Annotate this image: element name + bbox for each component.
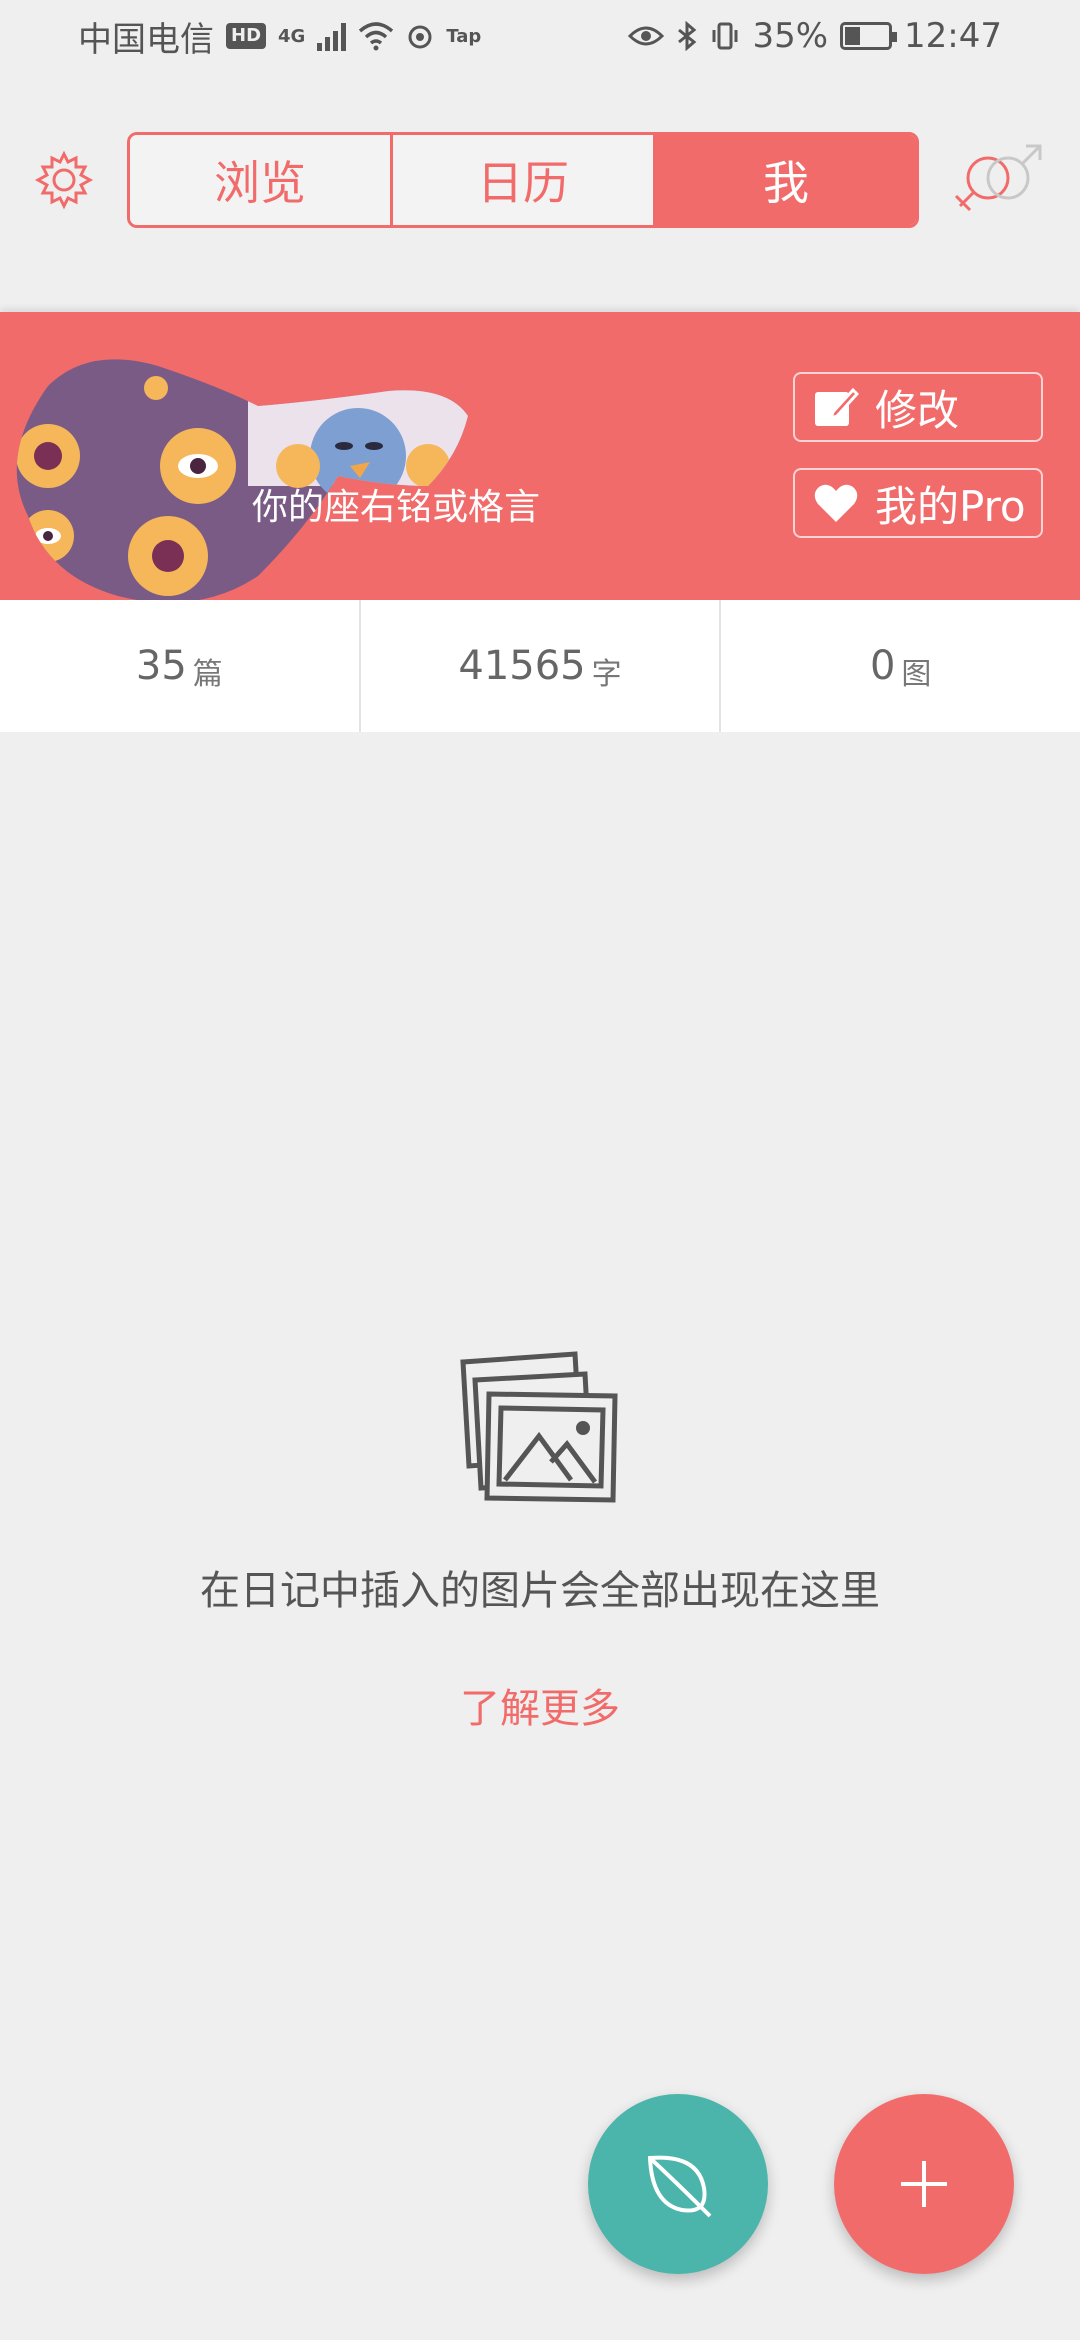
- stats-bar: 35 篇 41565 字 0 图: [0, 600, 1080, 732]
- stat-words-unit: 字: [591, 657, 622, 692]
- photo-stack-icon: [460, 1351, 618, 1503]
- edit-icon: [815, 387, 859, 426]
- avatar[interactable]: [8, 346, 478, 606]
- stat-images[interactable]: 0 图: [721, 600, 1080, 732]
- hd-badge: HD: [226, 23, 267, 49]
- stat-words-value: 41565: [458, 643, 586, 689]
- heart-icon: [814, 484, 858, 522]
- status-left: 中国电信 HD 4G Tap: [78, 12, 481, 61]
- sync-icon: [408, 25, 432, 49]
- pro-label: 我的Pro: [875, 481, 1026, 531]
- stat-words[interactable]: 41565 字: [361, 600, 722, 732]
- vibrate-icon: [712, 22, 738, 50]
- leaf-icon: [647, 2155, 712, 2218]
- leaf-fab-button[interactable]: [588, 2094, 768, 2274]
- stat-images-unit: 图: [901, 657, 932, 692]
- tab-me[interactable]: 我: [656, 135, 916, 225]
- battery-icon: [840, 22, 898, 50]
- edit-label: 修改: [875, 385, 960, 435]
- battery-fill: [845, 27, 860, 45]
- bluetooth-icon: [678, 21, 697, 51]
- network-type: 4G: [278, 25, 306, 47]
- tap-label: Tap: [446, 25, 482, 47]
- eye-icon: [628, 26, 665, 46]
- add-entry-button[interactable]: [834, 2094, 1014, 2274]
- tab-browse[interactable]: 浏览: [130, 135, 393, 225]
- status-right: 35% 12:47: [628, 16, 1002, 56]
- stat-entries-value: 35: [135, 643, 187, 689]
- carrier-name: 中国电信: [78, 19, 214, 60]
- my-pro-button[interactable]: 我的Pro: [793, 468, 1043, 538]
- edit-profile-button[interactable]: 修改: [793, 372, 1043, 442]
- settings-gear-icon[interactable]: [32, 148, 96, 212]
- plus-icon: [901, 2161, 947, 2207]
- view-segmented-control: 浏览 日历 我: [127, 132, 919, 228]
- signal-icon: [317, 21, 347, 51]
- wifi-icon: [359, 22, 394, 51]
- battery-percent: 35%: [752, 16, 829, 56]
- status-bar: 中国电信 HD 4G Tap 35% 12:47: [0, 0, 1080, 72]
- tab-calendar[interactable]: 日历: [393, 135, 656, 225]
- empty-state-message: 在日记中插入的图片会全部出现在这里: [200, 1568, 880, 1614]
- stat-images-value: 0: [869, 643, 896, 689]
- learn-more-link[interactable]: 了解更多: [0, 1676, 1080, 1734]
- clock: 12:47: [904, 16, 1002, 56]
- stat-entries-unit: 篇: [192, 657, 223, 692]
- profile-motto[interactable]: 你的座右铭或格言: [252, 478, 540, 530]
- gender-symbol-icon[interactable]: [950, 138, 1050, 228]
- stat-entries[interactable]: 35 篇: [0, 600, 361, 732]
- profile-banner: 你的座右铭或格言 修改 我的Pro: [0, 312, 1080, 603]
- top-nav: 浏览 日历 我: [0, 130, 1080, 230]
